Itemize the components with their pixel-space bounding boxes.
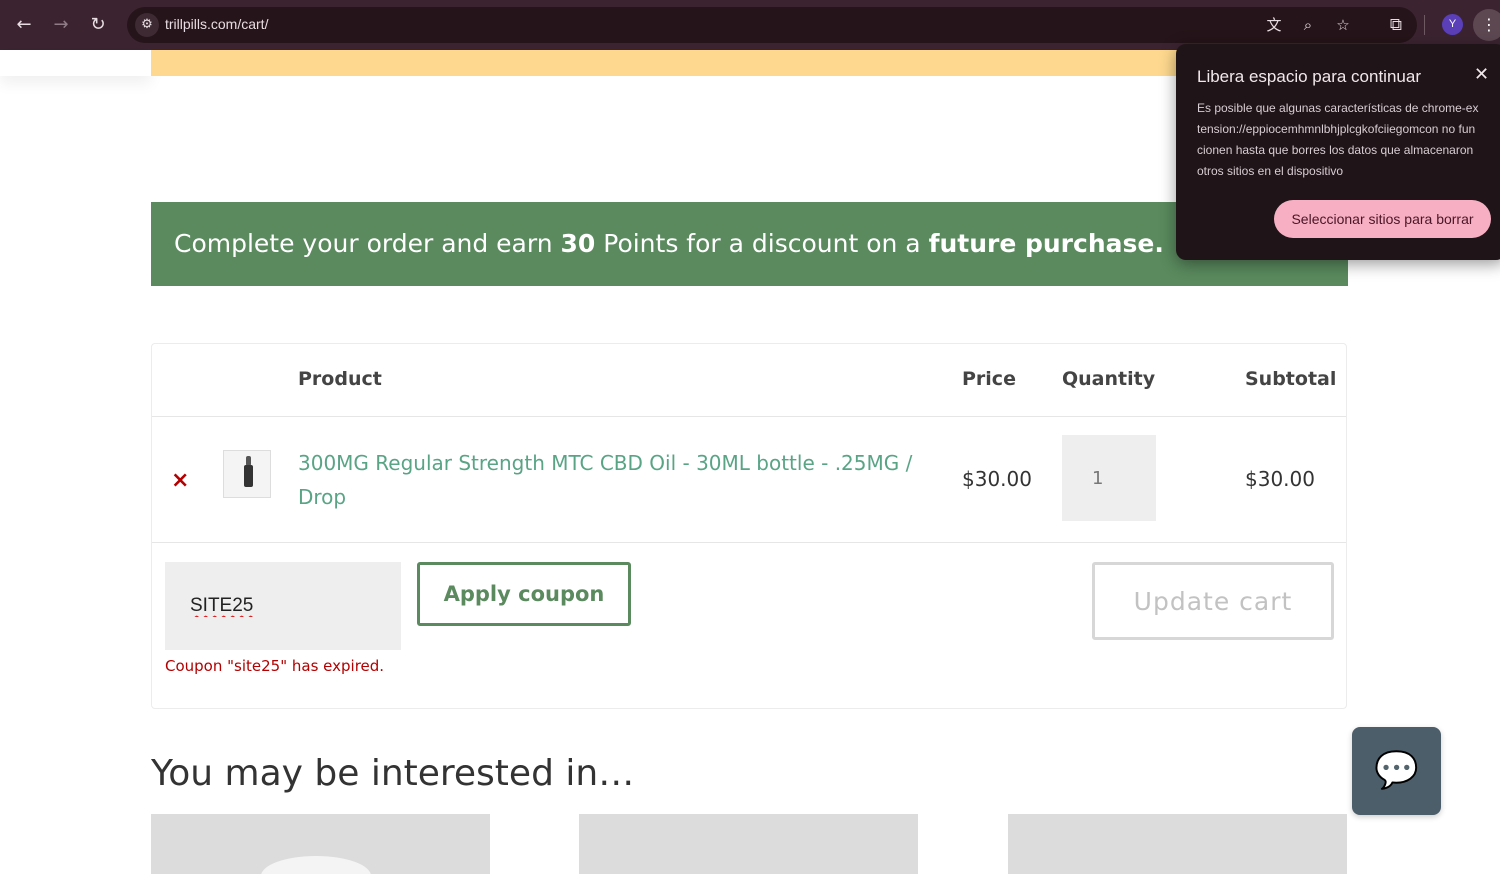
related-product-card[interactable] [1008,814,1347,874]
toolbar-divider [1424,15,1425,35]
points-value: 30 [560,229,596,258]
item-price: $30.00 [962,467,1032,491]
storage-warning-popup: Libera espacio para continuar ✕ Es posib… [1176,44,1500,260]
reload-icon[interactable]: ↻ [86,13,110,37]
coupon-code-input[interactable] [165,562,401,650]
bookmark-star-icon[interactable]: ☆ [1332,14,1354,36]
related-products-heading: You may be interested in… [151,753,635,794]
site-header-edge [0,50,151,76]
cart-actions: Apply coupon Coupon "site25" has expired… [152,543,1346,708]
coupon-error-message: Coupon "site25" has expired. [165,657,385,675]
address-bar[interactable]: ⚙ trillpills.com/cart/ 文 ⌕ ☆ [127,7,1417,43]
chat-icon[interactable]: 💬 [1352,727,1441,815]
points-banner-emphasis: future purchase. [928,229,1164,258]
remove-item-icon[interactable]: × [171,468,189,493]
close-icon[interactable]: ✕ [1474,64,1489,85]
browser-menu-icon[interactable]: ⋮ [1473,9,1500,41]
back-arrow-icon[interactable]: ← [12,13,36,37]
cart-table: Product Price Quantity Subtotal × 300MG … [151,343,1347,709]
notice-bar [151,50,1348,76]
related-product-card[interactable] [151,814,490,874]
extensions-puzzle-icon[interactable]: ⧉ [1384,13,1408,37]
points-banner-prefix: Complete your order and earn [174,229,561,258]
browser-toolbar: ← → ↻ ⚙ trillpills.com/cart/ 文 ⌕ ☆ ⧉ Y ⋮ [0,0,1500,50]
related-product-card[interactable] [579,814,918,874]
select-sites-button[interactable]: Seleccionar sitios para borrar [1274,200,1491,238]
column-header-subtotal: Subtotal [1245,368,1337,390]
popup-title: Libera espacio para continuar [1197,67,1421,86]
zoom-icon[interactable]: ⌕ [1297,14,1319,36]
column-header-price: Price [962,368,1016,390]
product-thumbnail[interactable] [223,450,271,498]
apply-coupon-button[interactable]: Apply coupon [417,562,631,626]
points-banner-middle: Points for a discount on a [595,229,929,258]
column-header-quantity: Quantity [1062,368,1156,390]
cart-item-row: × 300MG Regular Strength MTC CBD Oil - 3… [152,417,1346,543]
column-header-product: Product [298,368,382,390]
popup-body-text: Es posible que algunas características d… [1197,101,1479,178]
bottle-shape [244,465,253,487]
forward-arrow-icon[interactable]: → [49,13,73,37]
translate-icon[interactable]: 文 [1263,14,1285,36]
quantity-input[interactable] [1062,435,1156,521]
profile-avatar[interactable]: Y [1442,14,1463,35]
product-name-link[interactable]: 300MG Regular Strength MTC CBD Oil - 30M… [298,446,938,514]
cart-table-header: Product Price Quantity Subtotal [152,344,1346,417]
points-banner: Complete your order and earn 30 Points f… [151,202,1348,286]
site-info-icon[interactable]: ⚙ [135,13,159,37]
update-cart-button[interactable]: Update cart [1092,562,1334,640]
product-image-placeholder [261,856,371,874]
url-text[interactable]: trillpills.com/cart/ [165,16,268,32]
item-subtotal: $30.00 [1245,467,1315,491]
